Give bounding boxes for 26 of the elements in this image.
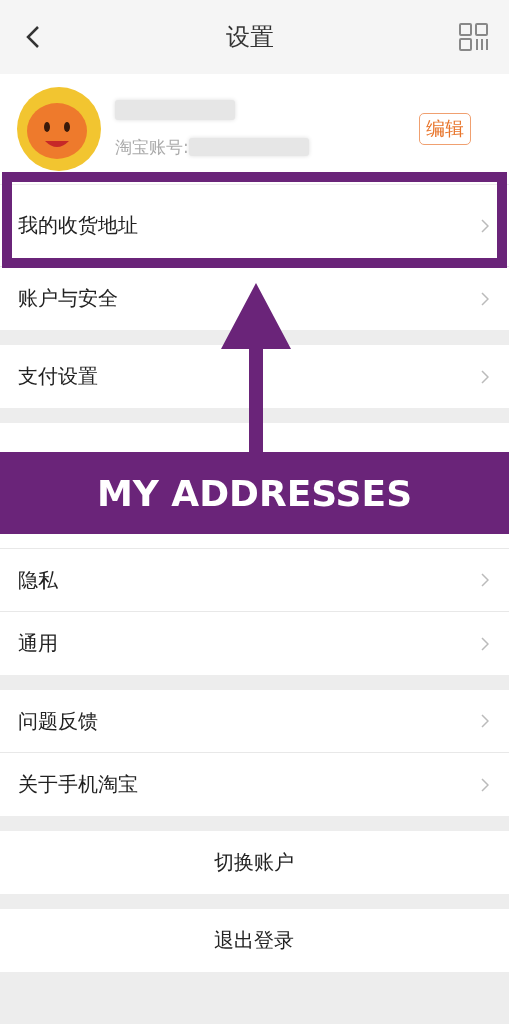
row-label: 通用 bbox=[18, 630, 58, 657]
row-label: 支付设置 bbox=[18, 363, 98, 390]
chevron-icon bbox=[481, 573, 489, 587]
settings-row[interactable]: 隐私 bbox=[0, 549, 509, 612]
chevron-icon bbox=[481, 291, 489, 306]
settings-row[interactable]: 账户与安全 bbox=[0, 267, 509, 330]
row-label: 我的收货地址 bbox=[18, 212, 138, 239]
settings-row[interactable]: 支付设置 bbox=[0, 345, 509, 408]
chevron-icon bbox=[481, 369, 489, 384]
chevron-icon bbox=[481, 218, 489, 233]
row-label: 关于手机淘宝 bbox=[18, 771, 138, 798]
annotation-text: MY ADDRESSES bbox=[96, 472, 413, 514]
settings-row[interactable]: 关于手机淘宝 bbox=[0, 753, 509, 816]
settings-row[interactable]: 问题反馈 bbox=[0, 690, 509, 753]
back-icon[interactable] bbox=[26, 25, 40, 49]
chevron-icon bbox=[481, 777, 489, 792]
row-label: 问题反馈 bbox=[18, 707, 98, 735]
settings-row[interactable]: 我的收货地址 bbox=[0, 185, 509, 267]
chevron-icon bbox=[481, 636, 489, 651]
settings-row[interactable]: 通用 bbox=[0, 612, 509, 675]
row-label: 隐私 bbox=[18, 566, 58, 594]
account-label: 淘宝账号: bbox=[115, 135, 189, 159]
grid-icon[interactable] bbox=[459, 23, 489, 51]
chevron-icon bbox=[481, 714, 489, 728]
page-title: 设置 bbox=[225, 22, 274, 53]
row-label: 账户与安全 bbox=[18, 285, 118, 312]
